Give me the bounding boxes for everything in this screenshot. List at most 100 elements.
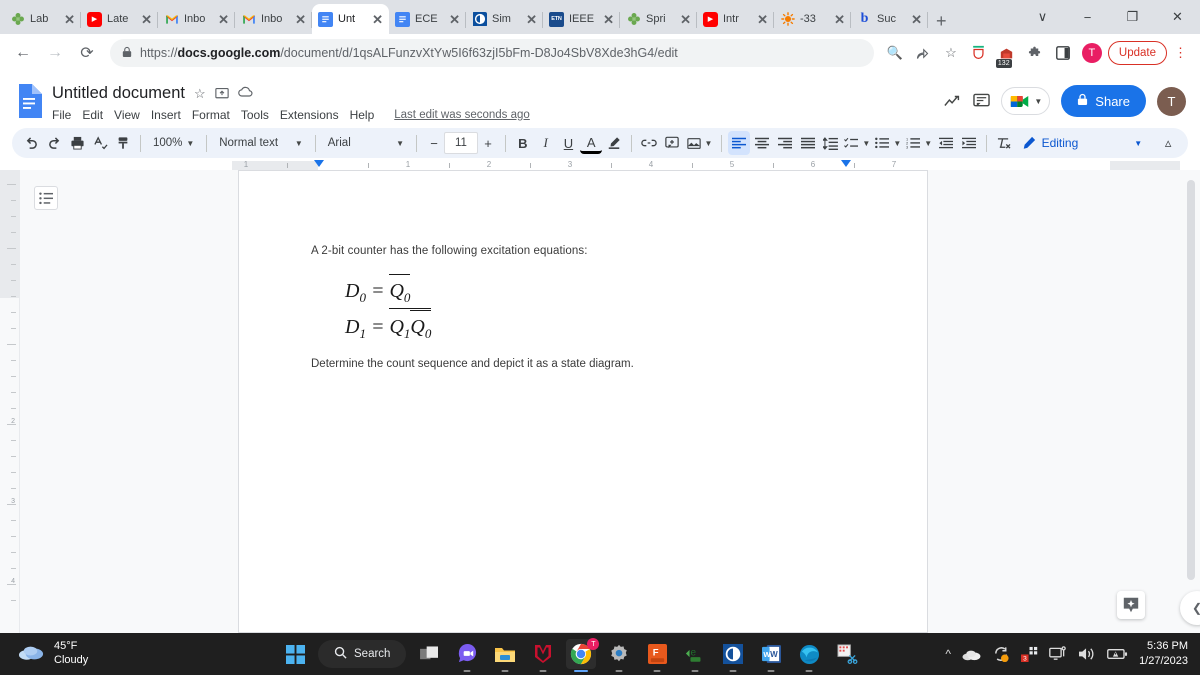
multisim-icon[interactable] bbox=[718, 639, 748, 672]
mcafee-icon[interactable] bbox=[528, 639, 558, 672]
menu-edit[interactable]: Edit bbox=[82, 108, 103, 122]
fusion-icon[interactable]: F bbox=[642, 639, 672, 672]
update-button[interactable]: Update bbox=[1107, 41, 1167, 65]
left-indent-marker[interactable] bbox=[314, 160, 324, 167]
more-chevron-icon[interactable]: ∨ bbox=[1020, 9, 1065, 25]
browser-tab-5[interactable]: ECE ✕ bbox=[389, 4, 466, 34]
puzzle-extensions-icon[interactable] bbox=[1022, 40, 1048, 66]
print-icon[interactable] bbox=[67, 131, 89, 155]
paragraph-style-selector[interactable]: Normal text ▼ bbox=[213, 131, 309, 155]
chrome-icon[interactable]: T bbox=[566, 638, 600, 672]
docs-account-avatar[interactable]: T bbox=[1157, 86, 1186, 116]
google-docs-logo-icon[interactable] bbox=[12, 79, 46, 123]
bold-button[interactable]: B bbox=[512, 131, 534, 155]
onedrive-icon[interactable] bbox=[962, 648, 981, 661]
menu-extensions[interactable]: Extensions bbox=[280, 108, 339, 122]
menu-help[interactable]: Help bbox=[350, 108, 375, 122]
increase-font-size-button[interactable]: + bbox=[478, 136, 498, 151]
chevron-down-icon[interactable]: ▼ bbox=[1034, 97, 1042, 106]
taskbar-search-box[interactable]: Search bbox=[318, 640, 407, 668]
start-button[interactable] bbox=[280, 639, 310, 669]
menu-format[interactable]: Format bbox=[192, 108, 230, 122]
spellcheck-icon[interactable] bbox=[89, 131, 111, 155]
menu-file[interactable]: File bbox=[52, 108, 71, 122]
snip-tool-icon[interactable] bbox=[832, 639, 862, 669]
share-button[interactable]: Share bbox=[1061, 85, 1146, 117]
decrease-font-size-button[interactable]: − bbox=[424, 136, 444, 151]
back-button[interactable]: ← bbox=[8, 38, 38, 68]
maximize-button[interactable]: ❐ bbox=[1110, 9, 1155, 25]
tab-close-icon[interactable]: ✕ bbox=[295, 13, 306, 26]
move-folder-icon[interactable] bbox=[214, 86, 229, 102]
document-title[interactable]: Untitled document bbox=[52, 84, 185, 103]
tab-close-icon[interactable]: ✕ bbox=[64, 13, 75, 26]
undo-icon[interactable] bbox=[21, 131, 43, 155]
file-explorer-icon[interactable] bbox=[490, 639, 520, 672]
browser-tab-0[interactable]: Lab ✕ bbox=[4, 4, 81, 34]
checklist-button[interactable]: ▼ bbox=[842, 131, 872, 155]
underline-button[interactable]: U bbox=[558, 131, 580, 155]
bookmark-star-icon[interactable]: ☆ bbox=[938, 40, 964, 66]
vertical-ruler[interactable]: 2 3 4 bbox=[0, 170, 20, 633]
tab-close-icon[interactable]: ✕ bbox=[141, 13, 152, 26]
tab-close-icon[interactable]: ✕ bbox=[449, 13, 460, 26]
menu-view[interactable]: View bbox=[114, 108, 140, 122]
settings-gear-icon[interactable] bbox=[604, 639, 634, 672]
italic-button[interactable]: I bbox=[535, 131, 557, 155]
menu-tools[interactable]: Tools bbox=[241, 108, 269, 122]
task-view-icon[interactable] bbox=[414, 639, 444, 669]
star-icon[interactable]: ☆ bbox=[194, 86, 206, 102]
document-page[interactable]: A 2-bit counter has the following excita… bbox=[238, 170, 928, 633]
weather-widget[interactable]: 45°F Cloudy bbox=[0, 640, 280, 668]
bulleted-list-button[interactable]: ▼ bbox=[873, 131, 903, 155]
teams-icon[interactable] bbox=[452, 639, 482, 672]
last-edit-label[interactable]: Last edit was seconds ago bbox=[394, 109, 530, 121]
browser-tab-10[interactable]: -33 ✕ bbox=[774, 4, 851, 34]
align-center-button[interactable] bbox=[751, 131, 773, 155]
e2020-icon[interactable]: e bbox=[680, 639, 710, 672]
align-right-button[interactable] bbox=[774, 131, 796, 155]
browser-tab-1[interactable]: ▶ Late ✕ bbox=[81, 4, 158, 34]
decrease-indent-button[interactable] bbox=[935, 131, 957, 155]
browser-tab-7[interactable]: ETN IEEE ✕ bbox=[543, 4, 620, 34]
highlight-color-icon[interactable] bbox=[603, 131, 625, 155]
volume-icon[interactable] bbox=[1078, 646, 1096, 662]
insert-link-icon[interactable] bbox=[638, 131, 660, 155]
forward-button[interactable]: → bbox=[40, 38, 70, 68]
share-page-icon[interactable] bbox=[910, 40, 936, 66]
font-size-value[interactable]: 11 bbox=[444, 132, 478, 154]
tab-close-icon[interactable]: ✕ bbox=[834, 13, 845, 26]
vertical-scrollbar[interactable] bbox=[1187, 180, 1195, 580]
cloud-saved-icon[interactable] bbox=[237, 86, 254, 101]
browser-tab-4-active[interactable]: Unt ✕ bbox=[312, 4, 389, 34]
collapse-sidepanel-button[interactable]: ❮ bbox=[1180, 591, 1200, 625]
text-color-button[interactable]: A bbox=[580, 135, 603, 154]
word-icon[interactable]: WW bbox=[756, 639, 786, 672]
search-icon[interactable]: 🔍 bbox=[882, 40, 908, 66]
chrome-menu-icon[interactable]: ⋮ bbox=[1169, 45, 1192, 61]
browser-tab-11[interactable]: b Suc ✕ bbox=[851, 4, 928, 34]
tab-close-icon[interactable]: ✕ bbox=[757, 13, 768, 26]
display-settings-icon[interactable] bbox=[1049, 646, 1067, 662]
edge-icon[interactable] bbox=[794, 639, 824, 672]
battery-warning-icon[interactable] bbox=[1107, 647, 1128, 661]
align-justify-button[interactable] bbox=[797, 131, 819, 155]
show-hidden-icons-chevron[interactable]: ^ bbox=[945, 647, 951, 661]
tab-close-icon[interactable]: ✕ bbox=[603, 13, 614, 26]
clear-formatting-icon[interactable] bbox=[993, 131, 1015, 155]
browser-tab-9[interactable]: ▶ Intr ✕ bbox=[697, 4, 774, 34]
taskbar-clock[interactable]: 5:36 PM 1/27/2023 bbox=[1139, 639, 1188, 669]
url-input[interactable]: https://docs.google.com/document/d/1qsAL… bbox=[110, 39, 874, 67]
browser-tab-2[interactable]: Inbo ✕ bbox=[158, 4, 235, 34]
tab-close-icon[interactable]: ✕ bbox=[372, 13, 383, 26]
google-meet-button[interactable]: ▼ bbox=[1001, 87, 1051, 115]
notification-badge-icon[interactable]: 3 bbox=[1021, 646, 1038, 662]
insert-image-button[interactable]: ▼ bbox=[684, 131, 716, 155]
font-family-selector[interactable]: Arial ▼ bbox=[322, 131, 410, 155]
align-left-button[interactable] bbox=[728, 131, 751, 155]
tab-close-icon[interactable]: ✕ bbox=[526, 13, 537, 26]
browser-tab-3[interactable]: Inbo ✕ bbox=[235, 4, 312, 34]
sidepanel-icon[interactable] bbox=[1050, 40, 1076, 66]
redo-icon[interactable] bbox=[44, 131, 66, 155]
numbered-list-button[interactable]: 123 ▼ bbox=[904, 131, 934, 155]
